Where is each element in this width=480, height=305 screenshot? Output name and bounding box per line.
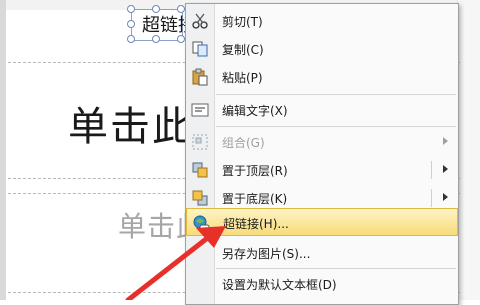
- scissors-icon: [191, 12, 209, 30]
- menu-item-paste[interactable]: 粘贴(P): [186, 63, 458, 91]
- menu-item-label: 粘贴(P): [222, 71, 263, 85]
- menu-separator: [216, 126, 456, 127]
- resize-handle[interactable]: [127, 35, 135, 43]
- menu-item-label: 剪切(T): [222, 15, 263, 29]
- menu-item-hyperlink[interactable]: 超链接(H)...: [186, 208, 458, 236]
- group-icon: [191, 133, 209, 151]
- menu-item-set-default-textbox[interactable]: 设置为默认文本框(D): [186, 270, 458, 298]
- submenu-arrow-icon[interactable]: [443, 193, 448, 201]
- menu-item-label: 编辑文字(X): [222, 104, 288, 118]
- menu-item-label: 超链接(H)...: [223, 217, 289, 231]
- menu-item-label: 设置为默认文本框(D): [222, 278, 337, 292]
- resize-handle[interactable]: [127, 20, 135, 28]
- menu-item-label: 复制(C): [222, 43, 264, 57]
- bring-to-front-icon: [191, 161, 209, 179]
- menu-item-edit-text[interactable]: 编辑文字(X): [186, 96, 458, 124]
- menu-item-label: 置于底层(K): [222, 192, 288, 206]
- hyperlink-globe-icon: [192, 214, 210, 232]
- menu-separator: [216, 268, 456, 269]
- resize-handle[interactable]: [127, 5, 135, 13]
- menu-item-label: 置于顶层(R): [222, 164, 288, 178]
- menu-item-save-as-picture[interactable]: 另存为图片(S)...: [186, 239, 458, 267]
- submenu-arrow-icon: [443, 137, 448, 145]
- menu-item-label: 组合(G): [222, 136, 265, 150]
- submenu-divider: [431, 189, 432, 207]
- menu-item-copy[interactable]: 复制(C): [186, 35, 458, 63]
- vertical-scrollbar[interactable]: [457, 0, 480, 300]
- submenu-arrow-icon[interactable]: [443, 165, 448, 173]
- paste-icon: [191, 68, 209, 86]
- menu-item-group[interactable]: 组合(G): [186, 128, 458, 156]
- send-to-back-icon: [191, 189, 209, 207]
- submenu-divider: [431, 161, 432, 179]
- menu-item-bring-to-front[interactable]: 置于顶层(R): [186, 156, 458, 184]
- menu-separator: [216, 94, 456, 95]
- context-menu: 剪切(T) 复制(C) 粘贴(P) 编辑文字(X) 组合(G) 置于顶层(R): [185, 3, 459, 305]
- menu-item-cut[interactable]: 剪切(T): [186, 7, 458, 35]
- slide-left-edge: [0, 0, 6, 300]
- edit-text-icon: [191, 101, 209, 119]
- menu-item-label: 另存为图片(S)...: [222, 247, 311, 261]
- title-placeholder[interactable]: 单击此: [68, 94, 194, 152]
- copy-icon: [191, 40, 209, 58]
